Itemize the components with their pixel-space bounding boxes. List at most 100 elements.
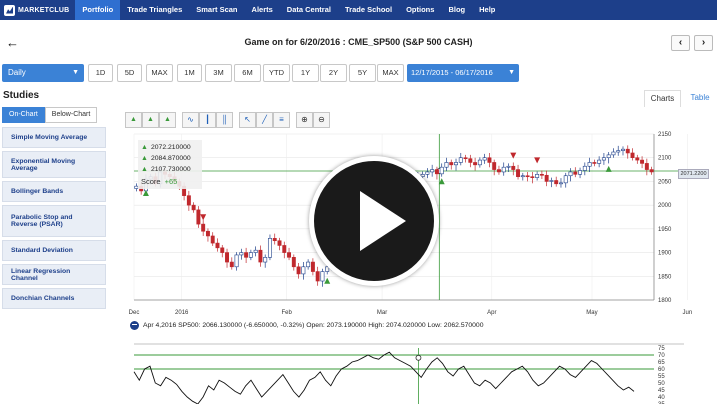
bar-chart-icon[interactable]: ┃ <box>199 112 216 128</box>
caret-down-icon: ▼ <box>72 69 79 76</box>
nav-item-trade-school[interactable]: Trade School <box>338 0 399 20</box>
tf-button-ytd[interactable]: YTD <box>263 64 290 82</box>
logo[interactable]: MARKETCLUB <box>0 0 75 20</box>
candle-body <box>310 261 315 272</box>
x-tick-label: Feb <box>281 310 292 316</box>
interval-select[interactable]: Daily ▼ <box>2 64 84 82</box>
trendline-icon[interactable]: ╱ <box>256 112 273 128</box>
tf-button-max-b[interactable]: MAX <box>377 64 404 82</box>
current-price-tag: 2071.2200 <box>678 169 709 179</box>
timeframe-row: Daily ▼ 1D 5D MAX 1M 3M 6M YTD 1Y 2Y 5Y … <box>0 64 717 82</box>
candle-body <box>248 252 253 258</box>
zoom-in-icon[interactable]: ⊕ <box>296 112 313 128</box>
tf-button-max-a[interactable]: MAX <box>146 64 173 82</box>
y-tick-label: 1950 <box>658 227 672 233</box>
candle-body <box>225 252 229 263</box>
signal-row: ▲ 2107.730000 <box>141 164 199 175</box>
signal-info-box: ▲ 2072.210000 ▲ 2084.870000 ▲ 2107.730000 S… <box>138 140 202 189</box>
tab-table[interactable]: Table <box>685 90 715 107</box>
candle-body <box>640 159 645 164</box>
candle-body <box>239 252 244 256</box>
prev-button[interactable]: ‹ <box>671 35 690 51</box>
candle-body <box>520 175 525 178</box>
page-title: Game on for 6/20/2016 : CME_SP500 (S&P 5… <box>244 37 473 47</box>
x-tick-label: May <box>586 310 597 316</box>
candle-body <box>215 242 220 249</box>
date-range-select[interactable]: 12/17/2015 - 06/17/2016 ▼ <box>407 64 519 82</box>
candle-body <box>449 162 454 166</box>
nav-item-alerts[interactable]: Alerts <box>245 0 280 20</box>
study-item-sma[interactable]: Simple Moving Average <box>2 127 106 148</box>
tf-button-6m[interactable]: 6M <box>234 64 261 82</box>
next-button[interactable]: › <box>694 35 713 51</box>
tab-below-chart[interactable]: Below-Chart <box>44 107 98 123</box>
tf-button-5d[interactable]: 5D <box>117 64 142 82</box>
nav-item-trade-triangles[interactable]: Trade Triangles <box>120 0 189 20</box>
triangle-daily-icon[interactable]: ▲ <box>159 112 176 128</box>
candlestick-icon[interactable]: ║ <box>216 112 233 128</box>
candle-body <box>582 165 587 171</box>
study-item-std-dev[interactable]: Standard Deviation <box>2 240 106 261</box>
tab-charts[interactable]: Charts <box>644 90 681 107</box>
study-item-psar[interactable]: Parabolic Stop and Reverse (PSAR) <box>2 205 106 237</box>
candle-body <box>444 162 449 168</box>
y-tick-label: 45 <box>658 388 665 394</box>
candle-body <box>210 235 215 244</box>
triangle-up-icon: ▲ <box>141 166 148 173</box>
candle-body <box>649 169 654 173</box>
study-item-bollinger[interactable]: Bollinger Bands <box>2 181 106 202</box>
fibonacci-icon[interactable]: ≡ <box>273 112 290 128</box>
logo-text: MARKETCLUB <box>18 6 70 14</box>
nav-item-data-central[interactable]: Data Central <box>280 0 338 20</box>
candle-body <box>196 209 201 225</box>
score-label: Score <box>141 176 161 186</box>
candle-body <box>434 169 439 175</box>
candle-body <box>592 162 597 164</box>
tf-button-2y[interactable]: 2Y <box>320 64 347 82</box>
tab-on-chart[interactable]: On-Chart <box>2 107 45 123</box>
quote-text: Apr 4,2016 SP500: 2066.130000 (-6.650000… <box>143 321 484 329</box>
y-tick-label: 1800 <box>658 298 672 304</box>
oscillator-background <box>124 342 717 404</box>
tf-button-3m[interactable]: 3M <box>205 64 232 82</box>
candle-body <box>205 230 210 237</box>
candle-body <box>568 171 573 177</box>
candle-body <box>573 171 578 175</box>
candle-body <box>186 195 191 206</box>
tf-button-1y[interactable]: 1Y <box>292 64 319 82</box>
line-chart-icon[interactable]: ∿ <box>182 112 199 128</box>
play-button[interactable] <box>309 156 439 286</box>
y-tick-label: 2150 <box>658 132 672 138</box>
candle-body <box>272 238 277 242</box>
tf-button-1d[interactable]: 1D <box>88 64 113 82</box>
nav-item-help[interactable]: Help <box>472 0 502 20</box>
nav-item-options[interactable]: Options <box>399 0 441 20</box>
nav-item-blog[interactable]: Blog <box>441 0 472 20</box>
triangle-weekly-icon[interactable]: ▲ <box>142 112 159 128</box>
nav-item-smart-scan[interactable]: Smart Scan <box>189 0 244 20</box>
studies-title: Studies <box>3 90 40 101</box>
zoom-out-icon[interactable]: ⊖ <box>313 112 330 128</box>
quote-line: Apr 4,2016 SP500: 2066.130000 (-6.650000… <box>130 319 484 331</box>
candle-body <box>253 249 258 253</box>
tf-button-1m[interactable]: 1M <box>177 64 202 82</box>
candle-body <box>549 180 554 182</box>
tf-button-5y[interactable]: 5Y <box>349 64 376 82</box>
triangle-up-icon: ▲ <box>141 144 148 151</box>
crosshair-point <box>415 354 422 361</box>
oscillator-chart[interactable]: 757065605550454035 <box>124 342 717 404</box>
candle-body <box>535 174 540 178</box>
pointer-icon[interactable]: ↖ <box>239 112 256 128</box>
nav-item-portfolio[interactable]: Portfolio <box>75 0 121 20</box>
study-item-donchian[interactable]: Donchian Channels <box>2 288 106 309</box>
candle-body <box>439 166 444 175</box>
candle-body <box>516 169 521 177</box>
study-item-linear-regression[interactable]: Linear Regression Channel <box>2 264 106 285</box>
x-tick-label: 2016 <box>175 310 189 316</box>
caret-down-icon: ▼ <box>508 69 515 76</box>
candle-body <box>296 266 301 275</box>
candle-body <box>597 159 602 164</box>
candle-body <box>191 204 196 211</box>
study-item-ema[interactable]: Exponential Moving Average <box>2 151 106 178</box>
triangle-all-icon[interactable]: ▲ <box>125 112 142 128</box>
